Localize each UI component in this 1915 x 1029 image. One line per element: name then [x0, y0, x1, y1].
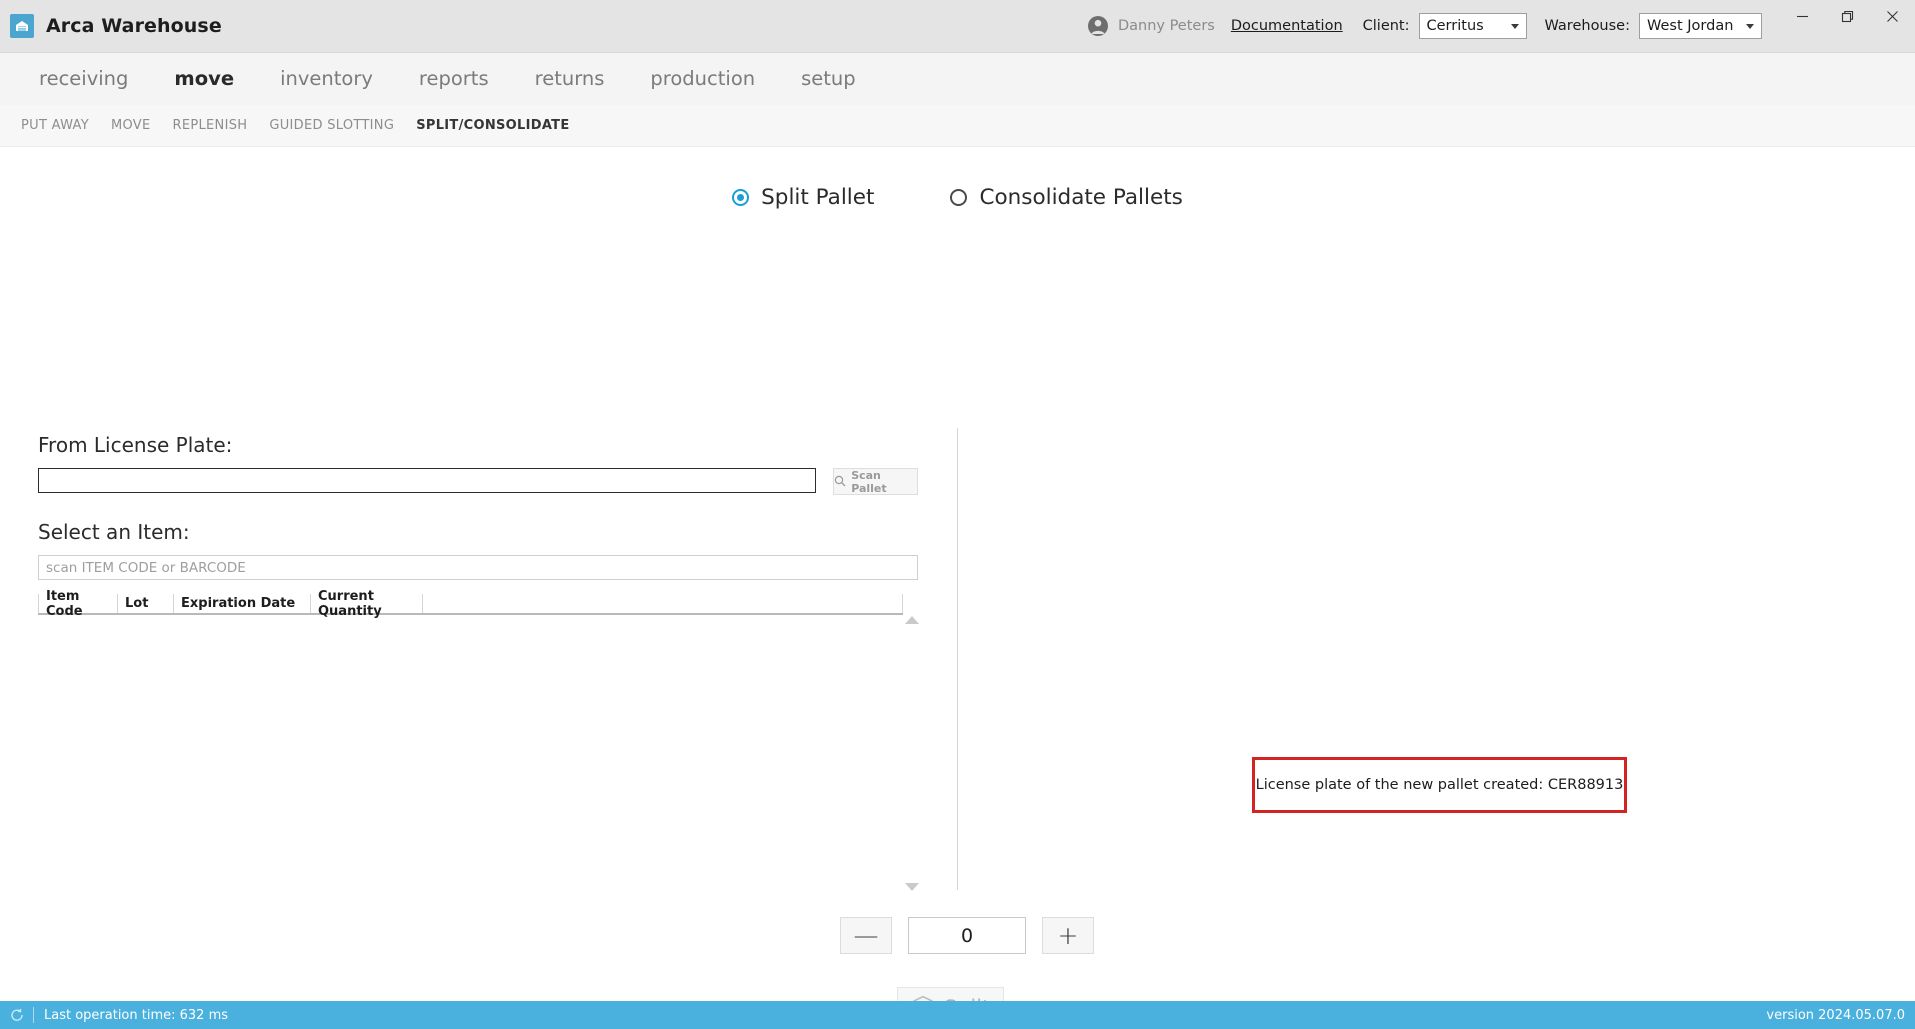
documentation-link[interactable]: Documentation — [1231, 18, 1343, 34]
status-bar: Last operation time: 632 ms version 2024… — [0, 1001, 1915, 1029]
scan-pallet-label: Scan Pallet — [851, 468, 887, 495]
minimize-icon[interactable] — [1780, 0, 1825, 32]
avatar-icon[interactable] — [1087, 15, 1109, 37]
nav-item-production[interactable]: production — [627, 53, 778, 105]
last-operation-time: Last operation time: 632 ms — [44, 1007, 229, 1023]
refresh-icon[interactable] — [10, 1008, 24, 1022]
from-license-plate-label: From License Plate: — [38, 433, 233, 457]
radio-split-pallet-indicator — [732, 189, 750, 206]
item-grid: Item Code Lot Expiration Date Current Qu… — [38, 589, 903, 619]
split-form-panel: From License Plate: Scan Pallet Select a… — [38, 433, 918, 619]
titlebar-right-cluster: Danny Peters Documentation Client: Cerri… — [1087, 0, 1915, 52]
status-divider — [33, 1007, 34, 1023]
subnav-item-move[interactable]: MOVE — [100, 118, 162, 133]
titlebar: Arca Warehouse Danny Peters Documentatio… — [0, 0, 1915, 53]
column-header-current-quantity[interactable]: Current Quantity — [311, 589, 423, 619]
version-label: version 2024.05.07.0 — [1766, 1007, 1905, 1023]
column-header-lot[interactable]: Lot — [118, 594, 174, 613]
radio-split-pallet[interactable]: Split Pallet — [732, 185, 874, 210]
triangle-down-icon[interactable] — [905, 883, 919, 891]
warehouse-label: Warehouse: — [1544, 18, 1630, 34]
app-title: Arca Warehouse — [46, 15, 222, 37]
subnav-item-guided-slotting[interactable]: GUIDED SLOTTING — [258, 118, 405, 133]
nav-item-move[interactable]: move — [151, 53, 257, 105]
warehouse-icon — [10, 14, 34, 38]
quantity-input[interactable] — [908, 917, 1026, 954]
nav-item-inventory[interactable]: inventory — [257, 53, 396, 105]
client-dropdown[interactable]: Cerritus — [1418, 13, 1527, 39]
radio-consolidate-pallets[interactable]: Consolidate Pallets — [950, 185, 1183, 210]
triangle-up-icon[interactable] — [905, 616, 919, 624]
client-dropdown-value: Cerritus — [1426, 18, 1484, 34]
quantity-increment-button[interactable]: + — [1042, 917, 1094, 954]
window-controls — [1780, 0, 1915, 52]
column-header-expiration-date[interactable]: Expiration Date — [174, 594, 311, 613]
client-label: Client: — [1362, 18, 1410, 34]
minus-icon: — — [853, 921, 879, 950]
warehouse-dropdown-value: West Jordan — [1647, 18, 1734, 34]
quantity-stepper: — + — [840, 917, 1094, 954]
radio-split-pallet-label: Split Pallet — [761, 185, 875, 210]
main-content: Split Pallet Consolidate Pallets From Li… — [0, 147, 1915, 1028]
from-license-plate-row: Scan Pallet — [38, 468, 918, 495]
quantity-decrement-button[interactable]: — — [840, 917, 892, 954]
subnav-item-replenish[interactable]: REPLENISH — [162, 118, 259, 133]
scan-pallet-button[interactable]: Scan Pallet — [833, 468, 918, 495]
main-navigation: receiving move inventory reports returns… — [0, 53, 1915, 105]
select-item-label: Select an Item: — [38, 520, 190, 544]
plus-icon: + — [1057, 921, 1079, 950]
radio-consolidate-pallets-label: Consolidate Pallets — [979, 185, 1183, 210]
item-search-input[interactable] — [38, 555, 918, 580]
chevron-down-icon — [1744, 23, 1761, 29]
mode-selector: Split Pallet Consolidate Pallets — [0, 147, 1915, 210]
maximize-icon[interactable] — [1825, 0, 1870, 32]
radio-consolidate-pallets-indicator — [950, 189, 968, 206]
column-header-item-code[interactable]: Item Code — [38, 589, 118, 619]
sub-navigation: PUT AWAY MOVE REPLENISH GUIDED SLOTTING … — [0, 105, 1915, 147]
search-icon — [834, 472, 846, 491]
warehouse-dropdown[interactable]: West Jordan — [1639, 13, 1762, 39]
nav-item-setup[interactable]: setup — [778, 53, 879, 105]
column-header-spacer — [423, 594, 903, 613]
close-icon[interactable] — [1870, 0, 1915, 32]
nav-item-returns[interactable]: returns — [512, 53, 628, 105]
user-name: Danny Peters — [1117, 18, 1215, 34]
status-alert-message: License plate of the new pallet created:… — [1255, 777, 1624, 793]
chevron-down-icon — [1509, 23, 1526, 29]
item-grid-header: Item Code Lot Expiration Date Current Qu… — [38, 589, 903, 619]
from-license-plate-input[interactable] — [38, 468, 817, 493]
panel-divider — [957, 428, 958, 890]
nav-item-receiving[interactable]: receiving — [16, 53, 151, 105]
nav-item-reports[interactable]: reports — [396, 53, 512, 105]
subnav-item-put-away[interactable]: PUT AWAY — [10, 118, 100, 133]
status-alert-box: License plate of the new pallet created:… — [1252, 757, 1627, 813]
subnav-item-split-consolidate[interactable]: SPLIT/CONSOLIDATE — [405, 118, 580, 133]
